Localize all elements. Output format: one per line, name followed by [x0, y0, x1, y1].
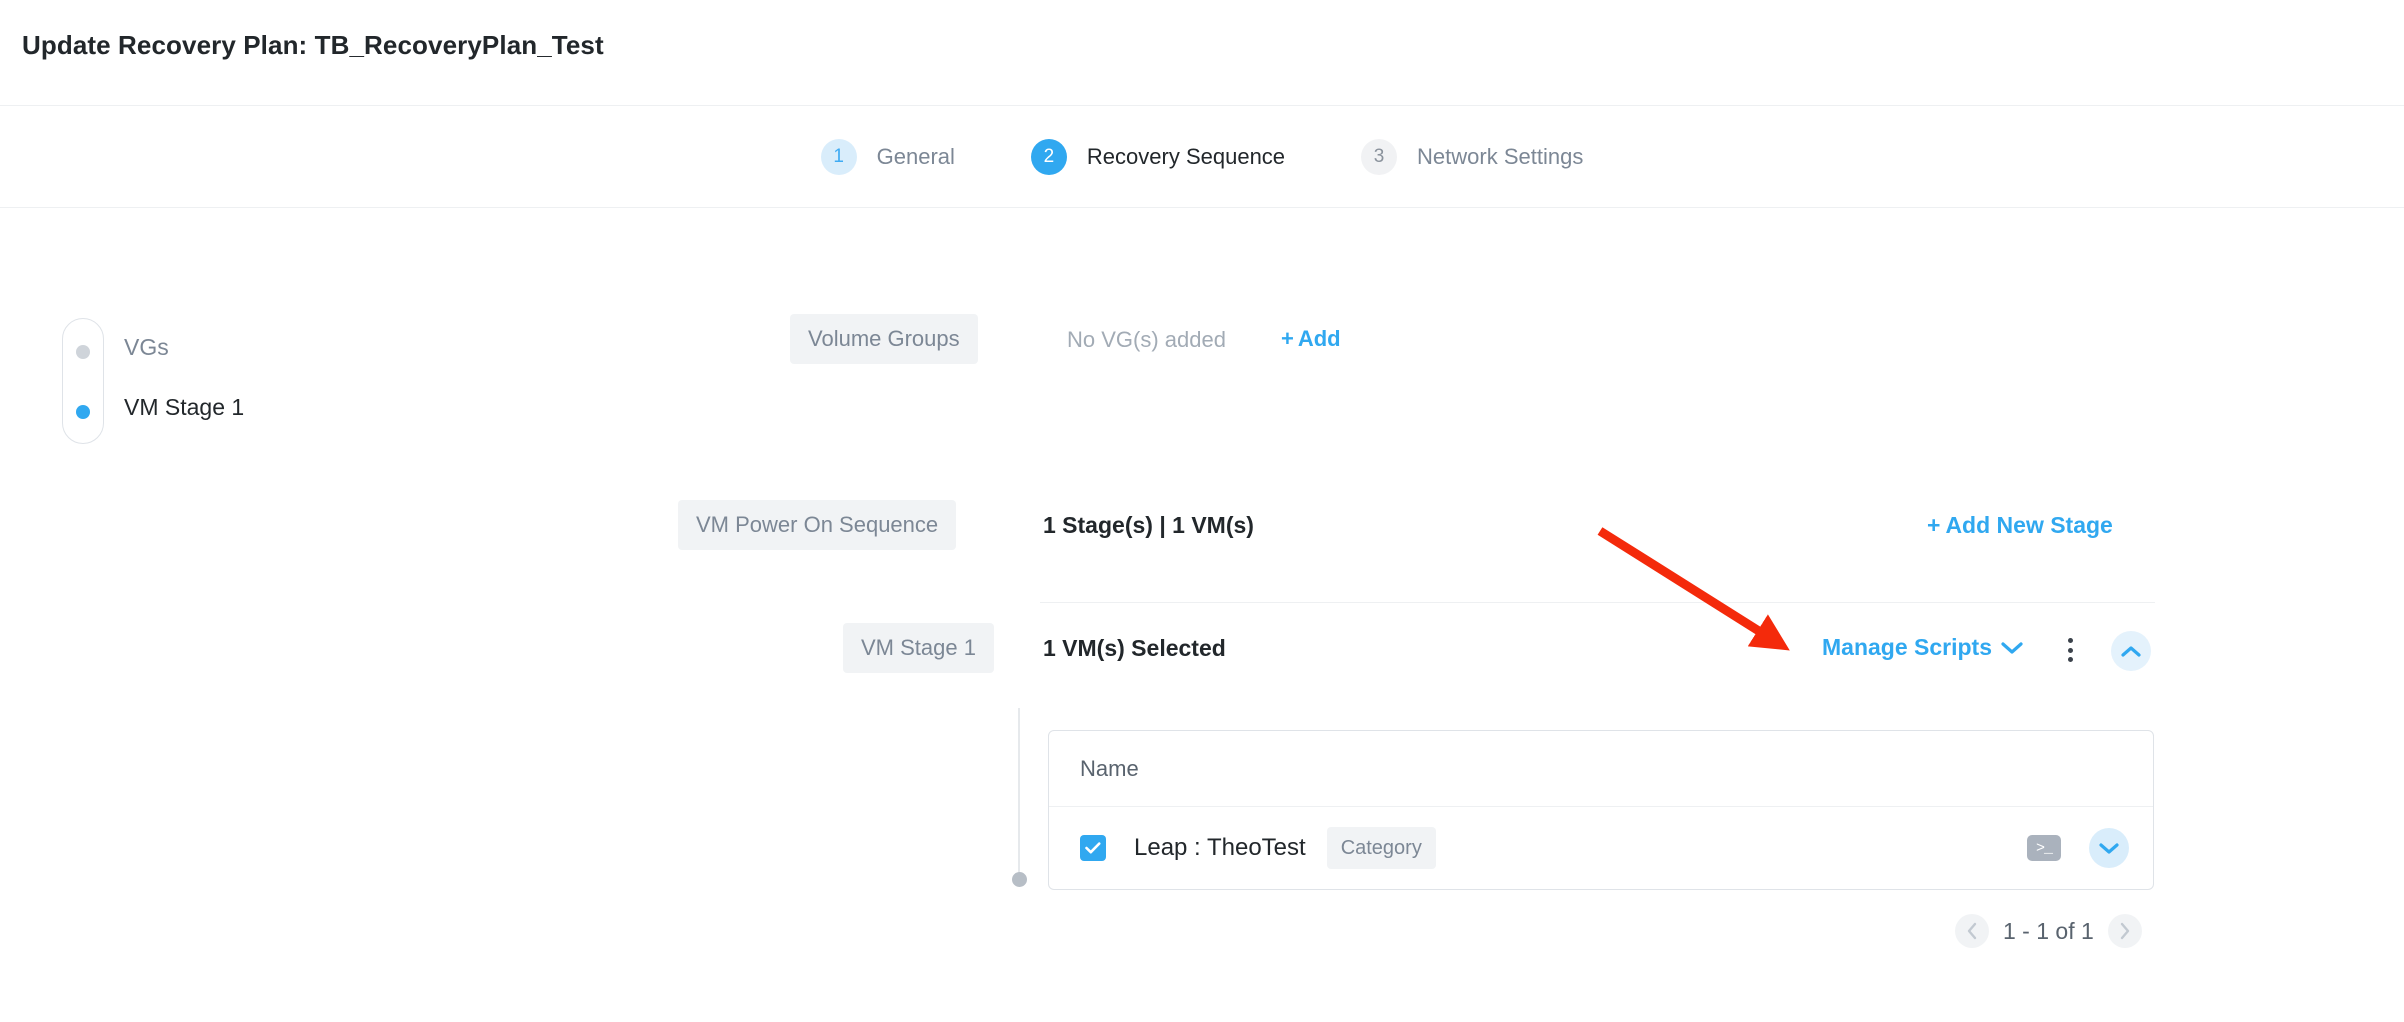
- more-vertical-icon[interactable]: [2058, 635, 2082, 665]
- wizard-step-general[interactable]: 1 General: [820, 138, 955, 175]
- section-divider: [1040, 602, 2155, 603]
- stage-nav-item-vgs[interactable]: VGs: [124, 336, 169, 359]
- chevron-down-icon: [2099, 842, 2119, 855]
- row-checkbox[interactable]: [1080, 835, 1106, 861]
- page-title: Update Recovery Plan: TB_RecoveryPlan_Te…: [22, 30, 604, 60]
- wizard-step-network-settings[interactable]: 3 Network Settings: [1361, 138, 1584, 175]
- stage-connector-line: [1018, 708, 1020, 878]
- kebab-dot: [2067, 657, 2073, 662]
- vm-stage-1-label-chip: VM Stage 1: [843, 623, 994, 673]
- collapse-stage-button[interactable]: [2111, 631, 2151, 671]
- stage-connector-dot: [1012, 872, 1027, 887]
- wizard-step-bar: 1 General 2 Recovery Sequence 3 Network …: [0, 106, 2404, 208]
- wizard-step-recovery-sequence[interactable]: 2 Recovery Sequence: [1030, 138, 1286, 175]
- add-volume-group-label: Add: [1297, 326, 1341, 351]
- stage-vm-summary: 1 Stage(s) | 1 VM(s): [1043, 512, 1254, 538]
- table-row: Leap : TheoTest Category >_: [1049, 807, 2153, 889]
- step-label: General: [876, 143, 955, 169]
- plus-icon: +: [1281, 326, 1294, 351]
- step-label: Network Settings: [1417, 143, 1584, 169]
- kebab-dot: [2067, 638, 2073, 643]
- stage-nav-dot-vgs[interactable]: [76, 345, 90, 359]
- volume-groups-chip-wrap: Volume Groups: [790, 314, 978, 364]
- kebab-dot: [2067, 647, 2073, 653]
- expand-row-button[interactable]: [2089, 828, 2129, 868]
- step-number-badge: 2: [1030, 138, 1067, 175]
- terminal-icon[interactable]: >_: [2027, 835, 2061, 861]
- power-on-sequence-chip-wrap: VM Power On Sequence: [678, 500, 957, 550]
- column-header-name: Name: [1080, 755, 1139, 781]
- volume-groups-empty-text: No VG(s) added: [1067, 327, 1226, 352]
- add-new-stage-label: Add New Stage: [1945, 512, 2113, 538]
- add-new-stage-button[interactable]: + Add New Stage: [1927, 512, 2113, 539]
- vm-table-card: Name Leap : TheoTest Category >_: [1048, 730, 2154, 890]
- volume-groups-label-chip: Volume Groups: [790, 314, 978, 364]
- vm-name: Leap : TheoTest: [1134, 834, 1306, 861]
- manage-scripts-label: Manage Scripts: [1822, 634, 1992, 660]
- vm-stage-chip-wrap: VM Stage 1: [843, 623, 994, 673]
- stage-navigator-rail: [62, 318, 104, 444]
- category-badge: Category: [1326, 827, 1436, 869]
- recovery-plan-wizard-page: Update Recovery Plan: TB_RecoveryPlan_Te…: [0, 0, 2404, 1022]
- step-number-badge: 3: [1361, 138, 1398, 175]
- vm-power-on-sequence-label-chip: VM Power On Sequence: [678, 500, 957, 550]
- pagination: 1 - 1 of 1: [1955, 914, 2142, 948]
- stage-nav-dot-vm-stage-1[interactable]: [76, 405, 90, 419]
- pagination-prev-button[interactable]: [1955, 914, 1989, 948]
- page-header: Update Recovery Plan: TB_RecoveryPlan_Te…: [0, 0, 2404, 106]
- vm-table-header: Name: [1049, 731, 2153, 807]
- chevron-up-icon: [2121, 645, 2141, 658]
- stage-nav-item-vm-stage-1[interactable]: VM Stage 1: [124, 396, 244, 419]
- step-label: Recovery Sequence: [1086, 143, 1286, 169]
- pagination-next-button[interactable]: [2107, 914, 2142, 948]
- vm-selected-summary: 1 VM(s) Selected: [1043, 635, 1226, 661]
- pagination-range-label: 1 - 1 of 1: [2003, 917, 2094, 944]
- manage-scripts-dropdown[interactable]: Manage Scripts: [1822, 634, 2023, 661]
- chevron-down-icon: [2001, 641, 2023, 655]
- wizard-steps: 1 General 2 Recovery Sequence 3 Network …: [820, 138, 1584, 175]
- plus-icon: +: [1927, 512, 1941, 538]
- add-volume-group-button[interactable]: + Add: [1281, 326, 1341, 352]
- step-number-badge: 1: [820, 138, 857, 175]
